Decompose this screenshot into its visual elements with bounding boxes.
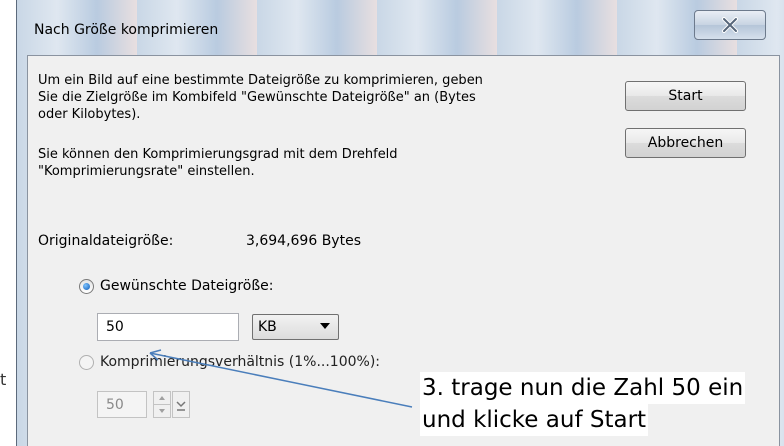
annotation-text: und klicke auf Start bbox=[420, 404, 649, 436]
annotation-text: 3. trage nun die Zahl 50 ein bbox=[420, 372, 746, 404]
